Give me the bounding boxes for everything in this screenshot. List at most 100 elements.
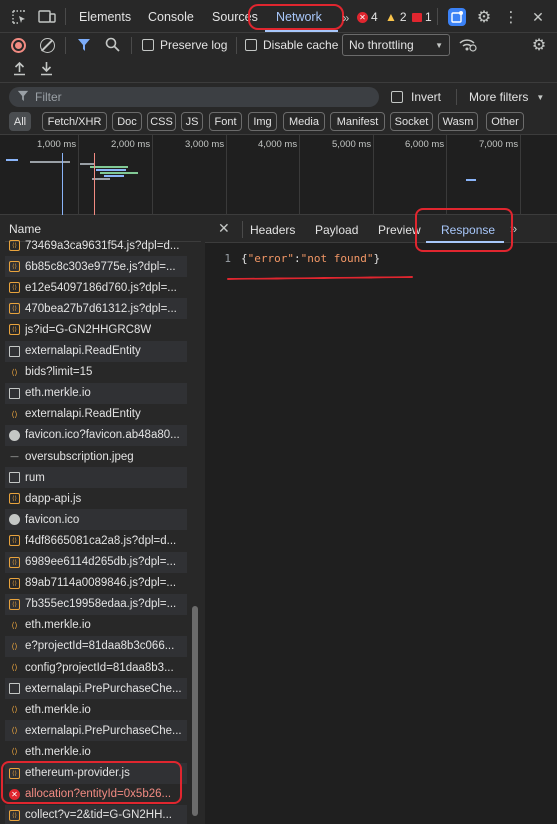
settings-gear-icon[interactable]: ⚙	[475, 8, 493, 26]
request-row[interactable]: ⟨⟩ bids?limit=15	[5, 362, 187, 383]
timeline-gridline	[520, 135, 521, 215]
tab-console[interactable]: Console	[148, 10, 194, 24]
search-icon[interactable]	[105, 37, 120, 55]
request-row[interactable]: ⟨⟩ eth.merkle.io	[5, 699, 187, 720]
type-filter-doc[interactable]: Doc	[112, 112, 142, 131]
device-toolbar-icon[interactable]	[38, 8, 56, 26]
divider	[131, 37, 132, 54]
request-row[interactable]: ⟨⟩ e12e54097186d760.js?dpl=...	[5, 277, 187, 298]
request-row[interactable]: ⟨⟩ 89ab7114a0089846.js?dpl=...	[5, 573, 187, 594]
close-devtools-icon[interactable]: ✕	[529, 8, 547, 26]
chevrons-right-icon[interactable]: »	[510, 221, 517, 236]
request-row[interactable]: — oversubscription.jpeg	[5, 446, 187, 467]
script-file-icon: ⟨⟩	[9, 240, 20, 251]
type-filter-font[interactable]: Font	[209, 112, 242, 131]
invert-checkbox[interactable]: Invert	[391, 90, 441, 104]
document-icon	[9, 683, 20, 695]
more-filters-dropdown[interactable]: More filters ▼	[469, 90, 544, 104]
request-name: 7b355ec19958edaa.js?dpl=...	[25, 598, 177, 611]
type-filter-css[interactable]: CSS	[147, 112, 176, 131]
request-name: externalapi.ReadEntity	[25, 345, 141, 357]
request-row[interactable]: favicon.ico?favicon.ab48a80...	[5, 424, 187, 446]
stop-recording-icon[interactable]	[11, 38, 26, 53]
request-row[interactable]: externalapi.PrePurchaseChe...	[5, 678, 187, 700]
document-icon	[9, 387, 20, 399]
request-row[interactable]: ⟨⟩ e?projectId=81daa8b3c066...	[5, 635, 187, 657]
request-list-scrollbar[interactable]	[192, 606, 198, 816]
disable-cache-checkbox[interactable]: Disable cache	[245, 38, 338, 52]
request-row[interactable]: rum	[5, 467, 187, 489]
chevrons-right-icon[interactable]: »	[337, 9, 355, 27]
request-row[interactable]: ⟨⟩ js?id=G-GN2HHGRC8W	[5, 319, 187, 340]
tab-payload[interactable]: Payload	[315, 223, 358, 237]
request-row[interactable]: ⟨⟩ eth.merkle.io	[5, 615, 187, 636]
warning-count-badge[interactable]: ▲ 2	[385, 10, 407, 24]
script-file-icon: ⟨⟩	[9, 767, 20, 779]
type-filter-socket[interactable]: Socket	[390, 112, 433, 131]
type-filter-img[interactable]: Img	[248, 112, 277, 131]
request-row[interactable]: ⟨⟩ eth.merkle.io	[5, 741, 187, 762]
image-icon	[9, 514, 20, 526]
request-row[interactable]: ⟨⟩ dapp-api.js	[5, 488, 187, 509]
preserve-log-checkbox[interactable]: Preserve log	[142, 38, 227, 52]
request-row[interactable]: externalapi.ReadEntity	[5, 340, 187, 362]
request-name: 89ab7114a0089846.js?dpl=...	[25, 577, 177, 590]
network-conditions-icon[interactable]	[459, 37, 477, 55]
ai-assistance-icon[interactable]	[448, 8, 466, 26]
error-count-badge[interactable]: ✕ 4	[357, 10, 378, 24]
throttling-select[interactable]: No throttling ▼	[342, 34, 450, 56]
script-file-icon: ⟨⟩	[9, 577, 20, 589]
fetch-request-icon: ⟨⟩	[11, 367, 18, 377]
tab-elements[interactable]: Elements	[79, 10, 131, 24]
json-key: "error"	[247, 251, 294, 265]
request-row[interactable]: ⟨⟩ externalapi.PrePurchaseChe...	[5, 720, 187, 742]
type-filter-js[interactable]: JS	[181, 112, 203, 131]
type-filter-media[interactable]: Media	[283, 112, 325, 131]
export-har-icon[interactable]	[40, 61, 53, 79]
tab-headers[interactable]: Headers	[250, 223, 295, 237]
import-har-icon[interactable]	[13, 61, 26, 79]
filter-funnel-icon[interactable]	[77, 38, 91, 55]
type-filter-wasm[interactable]: Wasm	[438, 112, 478, 131]
detail-tabbar: ✕ Headers Payload Preview Response »	[205, 208, 557, 252]
tab-network[interactable]: Network	[276, 10, 322, 24]
request-row[interactable]: ⟨⟩ 470bea27b7d61312.js?dpl=...	[5, 298, 187, 320]
request-row[interactable]: favicon.ico	[5, 509, 187, 531]
type-filter-fetch-xhr[interactable]: Fetch/XHR	[42, 112, 107, 131]
request-row[interactable]: ⟨⟩ 6989ee6114d265db.js?dpl=...	[5, 551, 187, 573]
request-row[interactable]: ⟨⟩ f4df8665081ca2a8.js?dpl=d...	[5, 530, 187, 551]
request-name: e?projectId=81daa8b3c066...	[25, 640, 175, 653]
request-row[interactable]: eth.merkle.io	[5, 382, 187, 404]
inspect-element-icon[interactable]	[10, 8, 28, 26]
divider	[456, 89, 457, 105]
request-row[interactable]: ⟨⟩ externalapi.ReadEntity	[5, 404, 187, 425]
issues-count-badge[interactable]: 1	[412, 10, 432, 24]
type-filter-other[interactable]: Other	[486, 112, 524, 131]
filter-input[interactable]: Filter	[9, 87, 379, 107]
divider	[437, 8, 438, 25]
request-row[interactable]: ⟨⟩ ethereum-provider.js	[5, 762, 187, 784]
preserve-log-box[interactable]	[142, 39, 154, 51]
request-row[interactable]: ⟨⟩ config?projectId=81daa8b3...	[5, 657, 187, 678]
more-options-icon[interactable]: ⋮	[502, 8, 520, 26]
type-filter-all[interactable]: All	[9, 112, 31, 131]
tab-preview[interactable]: Preview	[378, 223, 421, 237]
request-row[interactable]: ⟨⟩ 6b85c8c303e9775e.js?dpl=...	[5, 256, 187, 278]
close-icon[interactable]: ✕	[218, 220, 230, 237]
clear-icon[interactable]	[40, 38, 55, 53]
request-row[interactable]: ⟨⟩ 7b355ec19958edaa.js?dpl=...	[5, 593, 187, 615]
request-row[interactable]: ⟨⟩ 73469a3ca9631f54.js?dpl=d...	[5, 235, 187, 256]
request-row-error[interactable]: ✕ allocation?entityId=0x5b26...	[5, 784, 187, 805]
request-name: 6989ee6114d265db.js?dpl=...	[25, 556, 177, 568]
invert-box[interactable]	[391, 91, 403, 103]
type-filter-manifest[interactable]: Manifest	[330, 112, 385, 131]
request-row[interactable]: ⟨⟩ collect?v=2&tid=G-GN2HH...	[5, 804, 187, 824]
tab-sources[interactable]: Sources	[212, 10, 258, 24]
disable-cache-box[interactable]	[245, 39, 257, 51]
request-name: oversubscription.jpeg	[25, 450, 134, 463]
timeline-bar	[96, 169, 126, 171]
timeline-tick: 3,000 ms	[185, 139, 225, 150]
timeline-overview[interactable]: 1,000 ms 2,000 ms 3,000 ms 4,000 ms 5,00…	[0, 135, 557, 215]
tab-response[interactable]: Response	[441, 223, 495, 237]
network-settings-gear-icon[interactable]: ⚙	[530, 36, 548, 54]
